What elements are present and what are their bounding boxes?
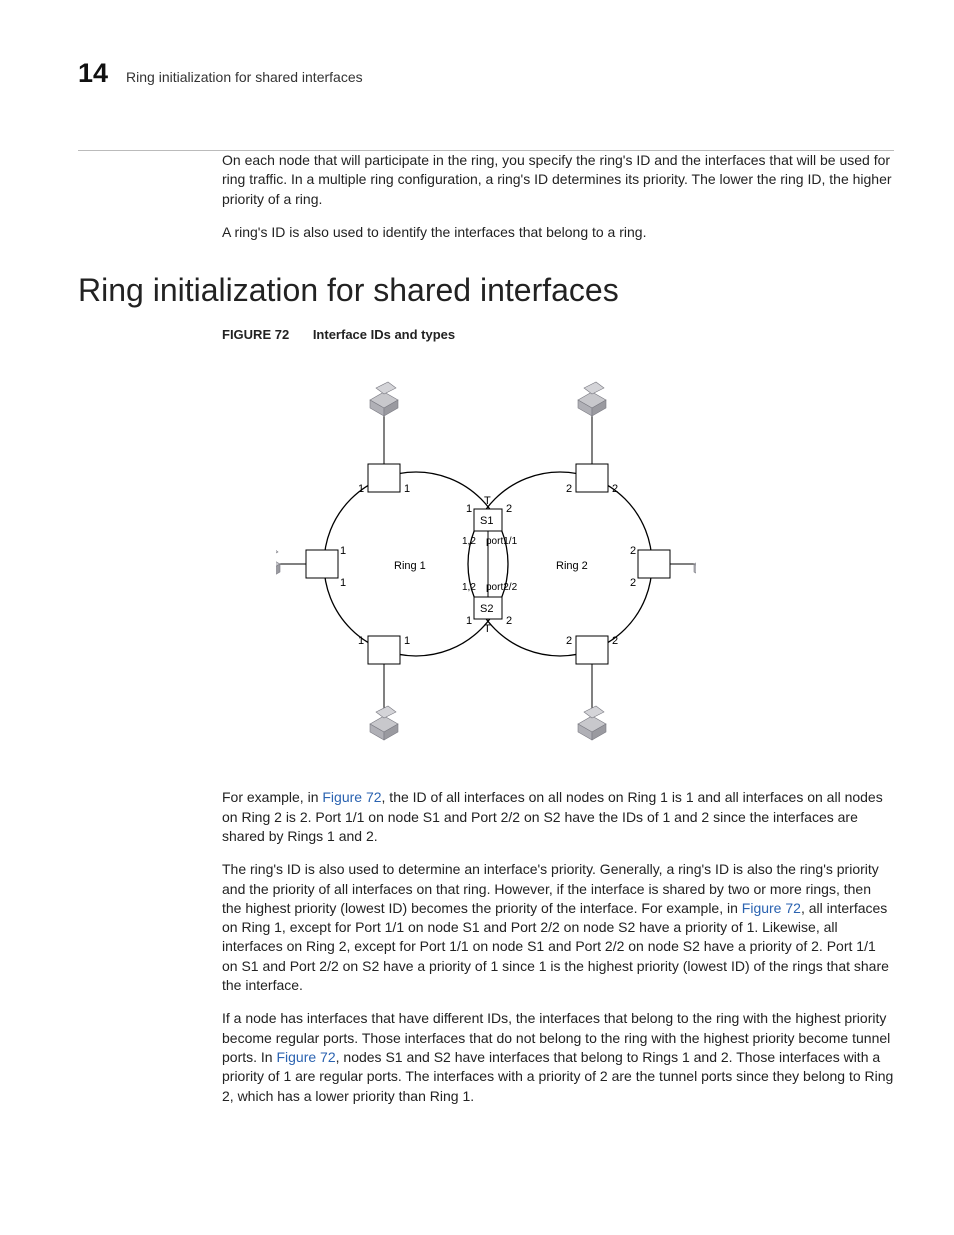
ring1-top-node: [368, 464, 400, 492]
figure-label: FIGURE 72: [222, 327, 289, 342]
top-T-label: T: [484, 495, 491, 507]
ring2-right-node: [638, 550, 670, 578]
ring2-bot-left-id: 2: [566, 635, 572, 647]
s1-label: S1: [480, 515, 493, 527]
computer-icon: [276, 546, 280, 580]
ring2-right-top-id: 2: [630, 545, 636, 557]
s1-right-2: 2: [506, 503, 512, 515]
ring2-top-right-id: 2: [612, 483, 618, 495]
port-1-1-label: port1/1: [486, 536, 518, 547]
bottom-T-label: T: [484, 623, 491, 635]
computer-icon: [370, 706, 398, 740]
figure-72-link[interactable]: Figure 72: [322, 789, 381, 805]
page-header: 14 Ring initialization for shared interf…: [78, 58, 894, 151]
computer-icon: [578, 382, 606, 416]
ring1-bot-left-id: 1: [358, 635, 364, 647]
intro-paragraph-2: A ring's ID is also used to identify the…: [222, 223, 894, 242]
s2-left-1: 1: [466, 615, 472, 627]
after-p1: For example, in Figure 72, the ID of all…: [222, 788, 894, 846]
after-block: For example, in Figure 72, the ID of all…: [222, 788, 894, 1106]
ring1-left-top-id: 1: [340, 545, 346, 557]
computer-icon: [694, 546, 696, 580]
ring2-bot-right-id: 2: [612, 635, 618, 647]
ring-1-label: Ring 1: [394, 560, 426, 572]
figure-72-link[interactable]: Figure 72: [742, 900, 801, 916]
ring-2-label: Ring 2: [556, 560, 588, 572]
ring2-bottom-node: [576, 636, 608, 664]
intro-block: On each node that will participate in th…: [222, 151, 894, 242]
page-number: 14: [78, 58, 108, 89]
ring2-right-bot-id: 2: [630, 577, 636, 589]
ring1-top-right-id: 1: [404, 483, 410, 495]
ring1-bot-right-id: 1: [404, 635, 410, 647]
s1-12: 1,2: [462, 536, 476, 547]
s2-right-2: 2: [506, 615, 512, 627]
s2-label: S2: [480, 603, 493, 615]
after-p2: The ring's ID is also used to determine …: [222, 860, 894, 995]
ring1-left-node: [306, 550, 338, 578]
ring-diagram: Ring 1 Ring 2 1 1 1 1 1 1 2: [276, 364, 696, 764]
diagram-container: Ring 1 Ring 2 1 1 1 1 1 1 2: [78, 364, 894, 764]
after-p3: If a node has interfaces that have diffe…: [222, 1009, 894, 1106]
ring2-top-left-id: 2: [566, 483, 572, 495]
running-title: Ring initialization for shared interface…: [126, 69, 363, 85]
s1-left-1: 1: [466, 503, 472, 515]
ring1-left-bot-id: 1: [340, 577, 346, 589]
figure-72-link[interactable]: Figure 72: [276, 1049, 335, 1065]
section-heading: Ring initialization for shared interface…: [78, 272, 894, 309]
ring1-bottom-node: [368, 636, 400, 664]
computer-icon: [370, 382, 398, 416]
intro-paragraph-1: On each node that will participate in th…: [222, 151, 894, 209]
figure-title: Interface IDs and types: [313, 327, 455, 342]
s2-12: 1,2: [462, 582, 476, 593]
p1a: For example, in: [222, 789, 322, 805]
port-2-2-label: port2/2: [486, 582, 518, 593]
figure-caption: FIGURE 72 Interface IDs and types: [222, 327, 894, 342]
ring2-top-node: [576, 464, 608, 492]
computer-icon: [578, 706, 606, 740]
ring1-top-left-id: 1: [358, 483, 364, 495]
